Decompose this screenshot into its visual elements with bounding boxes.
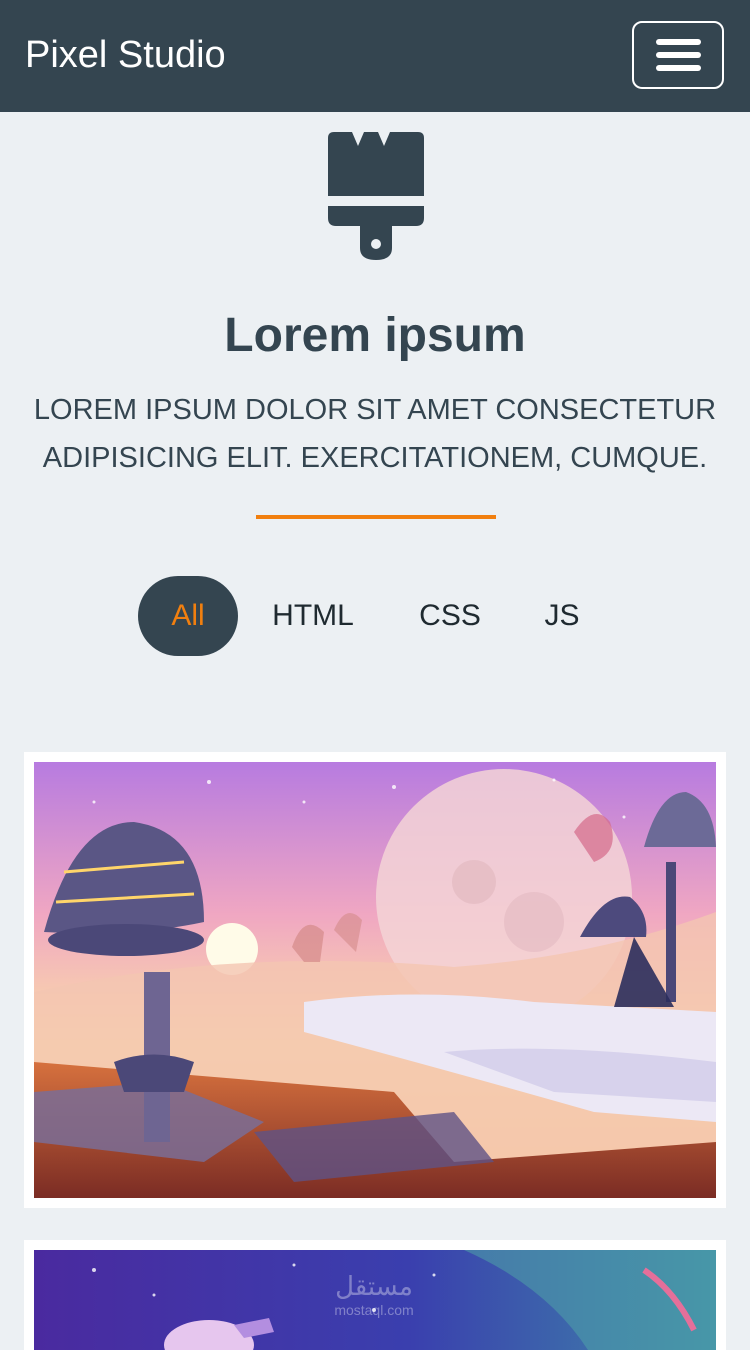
filter-all[interactable]: All	[138, 576, 238, 656]
alien-landscape-image	[34, 762, 716, 1198]
filter-css[interactable]: CSS	[410, 576, 490, 656]
hamburger-line	[655, 52, 701, 58]
filter-html[interactable]: HTML	[258, 576, 368, 656]
filter-tabs: All HTML CSS JS	[0, 576, 750, 656]
watermark-latin: mostaql.com	[334, 1302, 413, 1318]
portfolio-item[interactable]	[24, 752, 726, 1208]
watermark-arabic: مستقل	[335, 1272, 413, 1302]
menu-toggle-button[interactable]	[632, 21, 724, 89]
hamburger-menu-icon	[655, 39, 701, 45]
navbar: Pixel Studio	[0, 0, 750, 112]
page-subtitle: LOREM IPSUM DOLOR SIT AMET CONSECTETUR A…	[33, 394, 717, 474]
paint-brush-icon	[328, 132, 424, 260]
portfolio-item[interactable]: مستقل mostaql.com	[24, 1240, 726, 1350]
hamburger-line	[655, 65, 701, 71]
filter-js[interactable]: JS	[530, 576, 594, 656]
accent-divider	[256, 515, 496, 519]
brand-logo[interactable]: Pixel Studio	[25, 32, 226, 78]
space-scene-image: مستقل mostaql.com	[34, 1250, 716, 1350]
page-title: Lorem ipsum	[224, 309, 526, 362]
